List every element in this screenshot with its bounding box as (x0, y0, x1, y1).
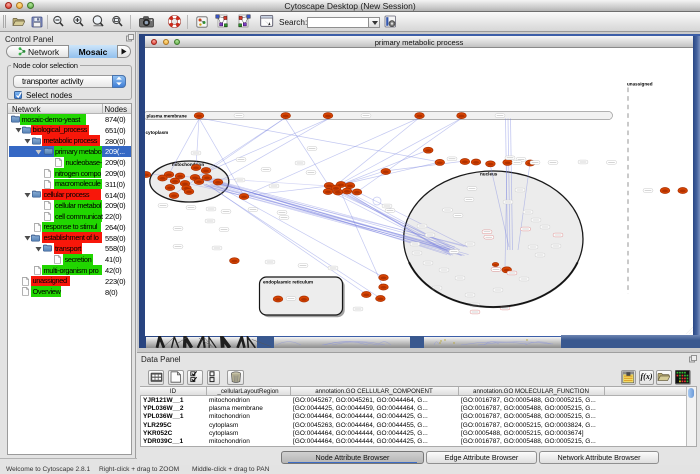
svg-text:plasma membrane: plasma membrane (147, 114, 188, 119)
svg-text:nucleus: nucleus (480, 172, 498, 177)
svg-text:unassigned: unassigned (627, 82, 653, 87)
svg-text:cytoplasm: cytoplasm (146, 130, 169, 135)
svg-text:endoplasmic reticulum: endoplasmic reticulum (263, 280, 313, 285)
